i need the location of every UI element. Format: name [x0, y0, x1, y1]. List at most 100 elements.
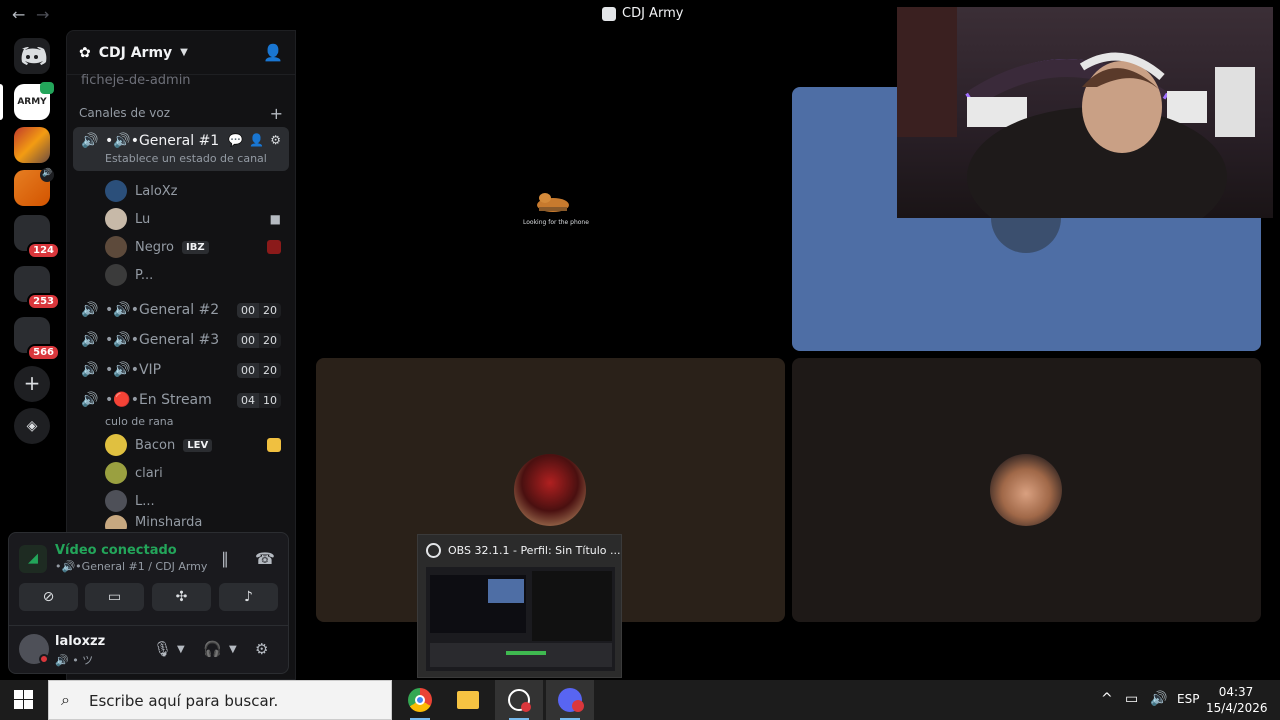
unread-badge: 253	[27, 293, 60, 310]
chevron-up-icon[interactable]: ^	[1101, 691, 1113, 707]
discord-app-icon[interactable]	[546, 680, 594, 720]
category-voice[interactable]: Canales de voz +	[67, 99, 295, 127]
server-header[interactable]: ✿ CDJ Army ▼ 👤	[67, 31, 295, 75]
gear-icon[interactable]: ⚙	[270, 133, 281, 147]
voice-channel-general-2[interactable]: 🔊 •🔊•General #2 00 20	[73, 295, 289, 325]
signal-icon[interactable]: ◢	[19, 545, 47, 573]
stream-tile[interactable]: Looking for the phone	[316, 87, 785, 351]
obs-preview-thumbnail	[426, 567, 615, 671]
voice-user[interactable]: P...	[105, 261, 295, 289]
avatar	[105, 264, 127, 286]
headphones-icon[interactable]: 🎧	[203, 640, 222, 658]
avatar	[105, 490, 127, 512]
server-badge-icon: ✿	[79, 44, 91, 61]
avatar	[105, 236, 127, 258]
clock-time: 04:37	[1218, 685, 1254, 699]
truncated-text-channel[interactable]: ficheje-de-admin	[67, 73, 295, 87]
user-name: clari	[135, 465, 163, 481]
chevron-down-icon[interactable]: ▼	[229, 644, 237, 655]
channel-name: •🔊•VIP	[105, 362, 162, 378]
channel-status[interactable]: Establece un estado de canal	[105, 152, 267, 165]
server-folder-2[interactable]: 253	[14, 266, 60, 310]
voice-user[interactable]: LaloXz	[105, 177, 295, 205]
activity-icon	[267, 438, 281, 452]
file-explorer-icon[interactable]	[444, 680, 492, 720]
chevron-down-icon: ▼	[180, 47, 188, 58]
voice-status[interactable]: Vídeo conectado	[55, 543, 177, 558]
voice-user[interactable]: Bacon LEV	[105, 431, 295, 459]
forward-arrow-icon[interactable]: →	[36, 5, 49, 24]
user-name[interactable]: laloxzz	[55, 634, 105, 649]
voice-location[interactable]: •🔊•General #1 / CDJ Army	[55, 560, 207, 573]
server-army-icon[interactable]: ARMY	[14, 82, 54, 120]
create-channel-icon[interactable]: +	[270, 104, 283, 123]
channel-status[interactable]: culo de rana	[105, 415, 295, 431]
participant-tile[interactable]	[792, 358, 1261, 622]
user-tag: IBZ	[182, 240, 209, 254]
obs-app-icon[interactable]	[495, 680, 543, 720]
voice-user[interactable]: Negro IBZ	[105, 233, 295, 261]
invite-people-icon[interactable]: 👤	[263, 43, 283, 62]
clock-date: 15/4/2026	[1206, 701, 1268, 715]
voice-channel-en-stream[interactable]: 🔊 •🔴•En Stream 04 10	[73, 385, 289, 415]
server-icon-3[interactable]: 🔊	[14, 168, 54, 206]
gear-icon[interactable]: ⚙	[255, 640, 268, 658]
screen-share-button[interactable]: ▭	[85, 583, 144, 611]
voice-channel-vip[interactable]: 🔊 •🔊•VIP 00 20	[73, 355, 289, 385]
network-icon[interactable]: ▭	[1125, 691, 1138, 707]
video-camera-icon: ■	[269, 212, 281, 226]
user-tag: LEV	[183, 438, 213, 452]
invite-icon[interactable]: 👤	[249, 133, 264, 147]
user-limit: 00 20	[237, 362, 281, 378]
user-panel: laloxzz 🔊 • ツ 🎙 ▼ 🎧 ▼ ⚙	[9, 625, 288, 673]
back-arrow-icon[interactable]: ←	[12, 5, 25, 24]
language-indicator[interactable]: ESP	[1177, 692, 1199, 706]
voice-user[interactable]: Lu ■	[105, 205, 295, 233]
stream-caption: Looking for the phone	[523, 219, 589, 226]
avatar	[990, 454, 1062, 526]
window-title-text: CDJ Army	[622, 6, 684, 21]
server-folder-3[interactable]: 566	[14, 317, 60, 361]
avatar	[105, 462, 127, 484]
activities-button[interactable]: ✣	[152, 583, 211, 611]
obs-taskbar-preview[interactable]: OBS 32.1.1 - Perfil: Sin Título ...	[417, 534, 622, 678]
chevron-down-icon[interactable]: ▼	[177, 644, 185, 655]
user-status: 🔊 • ツ	[55, 654, 94, 667]
speaker-icon: 🔊	[81, 302, 99, 318]
voice-channel-general-1[interactable]: 🔊 •🔊•General #1 💬 👤 ⚙ Establece un estad…	[73, 127, 289, 171]
status-dnd-icon	[39, 654, 49, 664]
webcam-image	[897, 7, 1255, 218]
chrome-app-icon[interactable]	[396, 680, 444, 720]
camera-off-button[interactable]: ⊘	[19, 583, 78, 611]
server-icon	[602, 6, 616, 21]
channel-name: •🔴•En Stream	[105, 392, 212, 408]
speaker-locked-icon: 🔊	[81, 362, 99, 378]
user-name: Bacon	[135, 437, 176, 453]
clock[interactable]: 04:37 15/4/2026	[1206, 684, 1268, 716]
speaker-icon: 🔊	[40, 168, 54, 182]
disconnect-icon[interactable]: ☎	[255, 549, 275, 568]
window-title: CDJ Army	[602, 6, 683, 21]
server-icon-2[interactable]	[14, 127, 50, 163]
user-name: L...	[135, 493, 155, 509]
voice-channel-general-3[interactable]: 🔊 •🔊•General #3 00 20	[73, 325, 289, 355]
add-server-icon[interactable]: +	[14, 366, 50, 402]
user-name: LaloXz	[135, 183, 178, 199]
voice-user[interactable]: Minsharda	[105, 515, 295, 529]
microphone-icon[interactable]: 🎙	[153, 640, 172, 658]
taskbar-search[interactable]: ⌕ Escribe aquí para buscar.	[48, 680, 392, 720]
soundboard-button[interactable]: ♪	[219, 583, 278, 611]
server-folder-1[interactable]: 124	[14, 215, 60, 259]
noise-suppression-icon[interactable]: ∥	[221, 549, 229, 568]
voice-user[interactable]: L...	[105, 487, 295, 515]
user-limit: 00 20	[237, 302, 281, 318]
discord-home-icon[interactable]	[14, 38, 50, 74]
discover-compass-icon[interactable]: ◈	[14, 408, 50, 444]
cat-image	[537, 193, 569, 212]
volume-icon[interactable]: 🔊	[1150, 691, 1167, 707]
chat-icon[interactable]: 💬	[228, 133, 243, 147]
windows-start-icon[interactable]	[14, 690, 34, 710]
user-limit: 04 10	[237, 392, 281, 408]
voice-user[interactable]: clari	[105, 459, 295, 487]
channel-name: •🔊•General #3	[105, 332, 220, 348]
